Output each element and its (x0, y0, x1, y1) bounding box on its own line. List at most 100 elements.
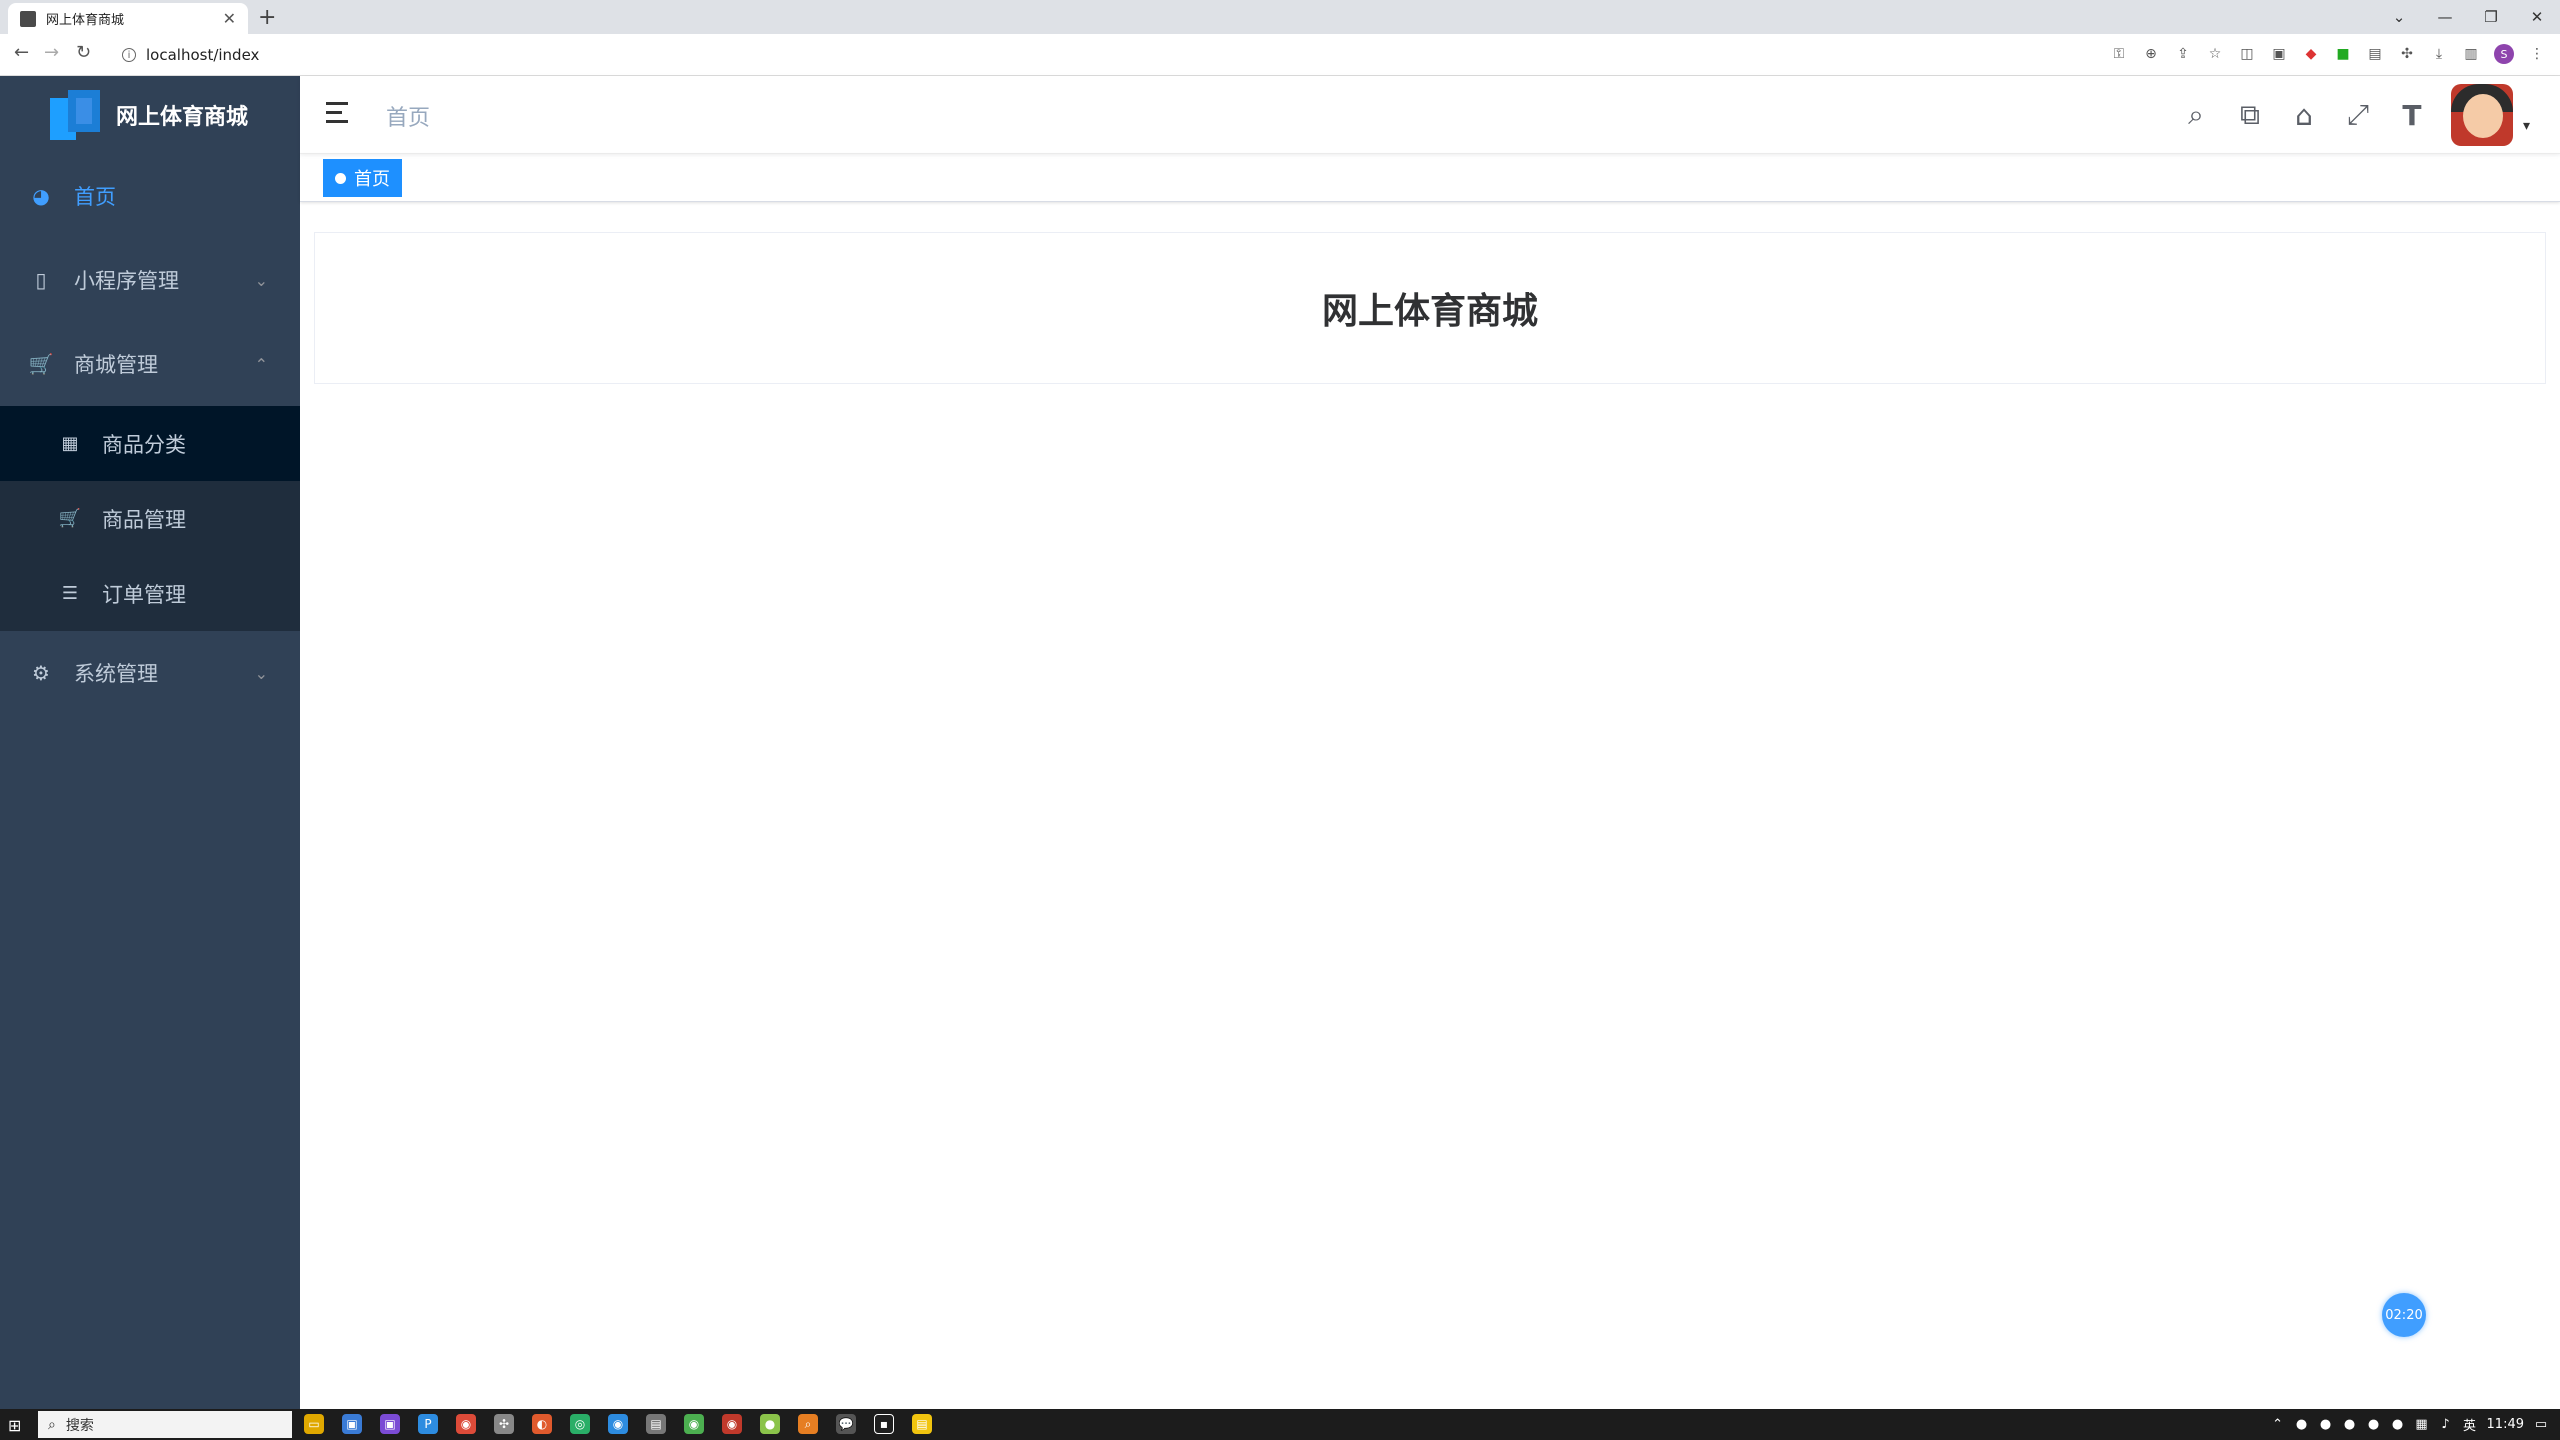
tray-app-icon[interactable]: ● (2343, 1415, 2357, 1433)
url-text: localhost/index (146, 46, 260, 64)
restore-button[interactable]: ❐ (2468, 2, 2514, 32)
caret-down-icon[interactable]: ▾ (2523, 118, 2530, 134)
sidebar-item-category[interactable]: ▦ 商品分类 (0, 406, 300, 481)
profile-avatar[interactable]: S (2494, 44, 2514, 64)
image-icon[interactable]: ▣ (2270, 45, 2288, 63)
browser-tab[interactable]: 网上体育商城 ✕ (8, 3, 248, 34)
tray-app-icon[interactable]: ● (2319, 1415, 2333, 1433)
tray-ime[interactable]: 英 (2463, 1415, 2477, 1434)
extension-green-icon[interactable]: ■ (2334, 45, 2352, 63)
reload-icon[interactable]: ↻ (76, 42, 91, 63)
user-avatar[interactable] (2450, 84, 2513, 146)
taskbar-search-placeholder: 搜索 (65, 1417, 94, 1434)
chrome-icon[interactable]: ◉ (684, 1414, 704, 1434)
tray-app-icon[interactable]: ● (2367, 1415, 2381, 1433)
logo-icon (50, 90, 100, 140)
logo-text: 网上体育商城 (116, 105, 249, 130)
app-icon[interactable]: ● (760, 1414, 780, 1434)
search-icon: ⌕ (48, 1416, 56, 1433)
share-icon[interactable]: ⇪ (2174, 45, 2192, 63)
browser-menu-icon[interactable]: ⋮ (2528, 45, 2546, 63)
sidebar-item-products[interactable]: 🛒 商品管理 (0, 481, 300, 556)
close-window-button[interactable]: ✕ (2514, 2, 2560, 32)
taskbar-search[interactable]: ⌕ 搜索 (38, 1411, 292, 1438)
sidebar-item-system[interactable]: ⚙ 系统管理 ⌄ (0, 631, 300, 715)
sidebar-item-home[interactable]: ◕ 首页 (0, 154, 300, 238)
app-icon[interactable]: P (418, 1414, 438, 1434)
tray-app-icon[interactable]: ● (2295, 1415, 2309, 1433)
browser-toolbar-icons: ⚿ ⊕ ⇪ ☆ ◫ ▣ ◆ ■ ▤ ✣ ⤓ ▥ S ⋮ (2110, 44, 2546, 64)
tray-expand-icon[interactable]: ⌃ (2271, 1415, 2285, 1433)
gear-icon: ⚙ (32, 661, 50, 685)
sidebar-item-label: 商品分类 (102, 432, 186, 457)
app-icon[interactable]: ◐ (532, 1414, 552, 1434)
sidepanel-icon[interactable]: ▥ (2462, 45, 2480, 63)
bookmark-star-icon[interactable]: ☆ (2206, 45, 2224, 63)
tab-title: 网上体育商城 (46, 13, 125, 28)
app-icon[interactable]: ▣ (380, 1414, 400, 1434)
minimize-button[interactable]: — (2422, 2, 2468, 32)
windows-start-icon[interactable]: ⊞ (8, 1416, 21, 1435)
home-icon[interactable]: ⌂ (2289, 99, 2319, 132)
sidebar: 网上体育商城 ◕ 首页 ▯ 小程序管理 ⌄ 🛒 商城管理 ⌃ ▦ 商品分类 🛒 … (0, 76, 300, 1409)
search-icon[interactable]: ⌕ (2181, 98, 2211, 131)
font-size-icon[interactable]: T (2397, 99, 2427, 132)
welcome-card: 网上体育商城 (314, 232, 2546, 384)
new-tab-button[interactable]: + (258, 5, 276, 30)
phone-icon: ▯ (35, 268, 47, 292)
site-info-icon[interactable]: i (122, 48, 136, 62)
camera-icon[interactable]: ◫ (2238, 45, 2256, 63)
tag-dot-icon (335, 172, 346, 184)
puzzle-icon[interactable]: ✣ (2398, 45, 2416, 63)
sidebar-logo[interactable]: 网上体育商城 (0, 76, 300, 154)
taskbar-apps: ▭ ▣ ▣ P ◉ ✣ ◐ ◎ ◉ ▤ ◉ ◉ ● ⌕ 💬 ▪ ▤ (304, 1414, 932, 1434)
chat-icon[interactable]: ⧉ (2235, 98, 2265, 131)
url-field[interactable]: i localhost/index (112, 40, 2112, 70)
tray-app-icon[interactable]: ● (2391, 1415, 2405, 1433)
download-icon[interactable]: ⤓ (2430, 45, 2448, 63)
sidebar-item-label: 系统管理 (74, 662, 158, 686)
sidebar-item-miniprogram[interactable]: ▯ 小程序管理 ⌄ (0, 238, 300, 322)
browser-tab-bar: 网上体育商城 ✕ + ⌄ — ❐ ✕ (0, 0, 2560, 34)
tag-label: 首页 (354, 169, 390, 190)
notepad-icon[interactable]: ▤ (912, 1414, 932, 1434)
tag-home[interactable]: 首页 (323, 159, 402, 197)
app-icon[interactable]: ◉ (608, 1414, 628, 1434)
back-icon[interactable]: ← (14, 42, 29, 63)
zoom-icon[interactable]: ⊕ (2142, 45, 2160, 63)
tray-clock[interactable]: 11:49 (2487, 1415, 2524, 1433)
file-explorer-icon[interactable]: ▭ (304, 1414, 324, 1434)
wechat-icon[interactable]: ◎ (570, 1414, 590, 1434)
hamburger-icon[interactable] (326, 102, 352, 124)
tags-view: 首页 (300, 154, 2560, 202)
app-icon[interactable]: ▤ (646, 1414, 666, 1434)
tab-search-icon[interactable]: ⌄ (2376, 2, 2422, 32)
system-tray: ⌃ ● ● ● ● ● ▦ ♪ 英 11:49 ▭ (2271, 1415, 2548, 1434)
window-controls: ⌄ — ❐ ✕ (2376, 2, 2560, 32)
tray-network-icon[interactable]: ▦ (2415, 1415, 2429, 1433)
os-taskbar: ⊞ ⌕ 搜索 ▭ ▣ ▣ P ◉ ✣ ◐ ◎ ◉ ▤ ◉ ◉ ● ⌕ 💬 ▪ ▤… (0, 1409, 2560, 1440)
tray-volume-icon[interactable]: ♪ (2439, 1415, 2453, 1433)
app-icon[interactable]: ◉ (722, 1414, 742, 1434)
chevron-down-icon: ⌄ (254, 270, 268, 290)
timer-badge[interactable]: 02:20 (2382, 1293, 2426, 1337)
fullscreen-icon[interactable]: ⤢ (2343, 98, 2373, 131)
sidebar-item-orders[interactable]: ☰ 订单管理 (0, 556, 300, 631)
notification-icon[interactable]: ▭ (2534, 1415, 2548, 1433)
ide-icon[interactable]: ▪ (874, 1414, 894, 1434)
sidebar-item-label: 小程序管理 (74, 269, 179, 293)
sidebar-item-label: 首页 (74, 185, 116, 209)
tab-close-icon[interactable]: ✕ (223, 9, 236, 28)
app-icon[interactable]: ⌕ (798, 1414, 818, 1434)
clipboard-icon[interactable]: ▤ (2366, 45, 2384, 63)
chrome-icon[interactable]: ◉ (456, 1414, 476, 1434)
key-icon[interactable]: ⚿ (2110, 45, 2128, 63)
mall-submenu: ▦ 商品分类 🛒 商品管理 ☰ 订单管理 (0, 406, 300, 631)
shield-icon[interactable]: ◆ (2302, 45, 2320, 63)
sidebar-item-mall[interactable]: 🛒 商城管理 ⌃ (0, 322, 300, 406)
app-icon[interactable]: ✣ (494, 1414, 514, 1434)
forward-icon[interactable]: → (44, 42, 59, 63)
app-icon[interactable]: 💬 (836, 1414, 856, 1434)
top-navbar: 首页 ⌕ ⧉ ⌂ ⤢ T ▾ (300, 76, 2560, 154)
app-icon[interactable]: ▣ (342, 1414, 362, 1434)
